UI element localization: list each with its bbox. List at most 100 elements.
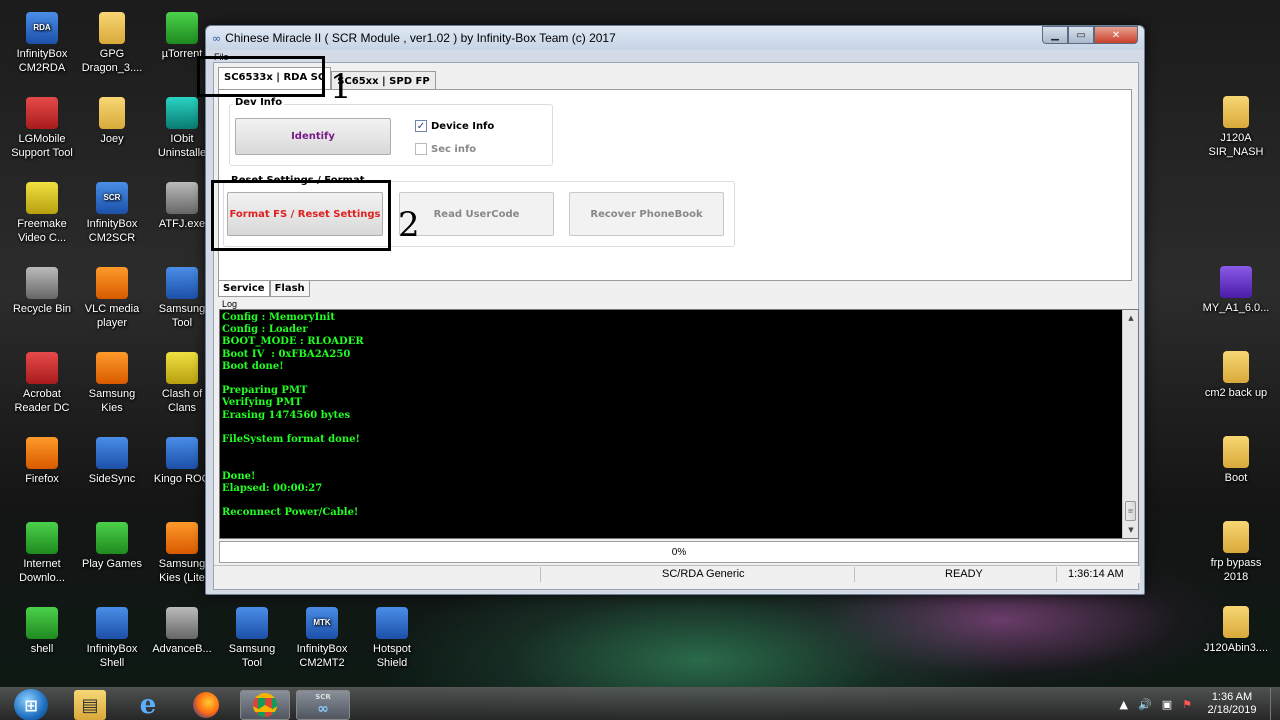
start-button[interactable]: ⊞ <box>14 689 48 720</box>
desktop-shortcut[interactable]: RDA InfinityBox CM2RDA <box>4 12 80 75</box>
folder-icon <box>1223 606 1249 638</box>
desktop-shortcut[interactable]: cm2 back up <box>1198 351 1274 400</box>
desktop-shortcut-label: frp bypass 2018 <box>1210 557 1262 583</box>
desktop-shortcut-label: GPG Dragon_3.... <box>81 48 143 74</box>
scroll-up-icon[interactable]: ▲ <box>1123 310 1139 326</box>
service-tabs: Service Flash <box>218 281 310 297</box>
progress-text: 0% <box>671 546 687 558</box>
desktop-shortcut[interactable]: VLC media player <box>74 267 150 330</box>
show-desktop-button[interactable] <box>1270 688 1280 720</box>
desktop-shortcut[interactable]: LGMobile Support Tool <box>4 97 80 160</box>
samsung-tool-icon <box>166 267 198 299</box>
minimize-button[interactable]: ▁ <box>1042 26 1068 44</box>
firefox-icon[interactable] <box>186 690 226 720</box>
desktop-shortcut[interactable]: MTK InfinityBox CM2MT2 <box>284 607 360 670</box>
desktop-shortcut-label: LGMobile Support Tool <box>11 133 73 159</box>
infinitybox-cm2mt2-icon: MTK <box>306 607 338 639</box>
maximize-button[interactable]: ▭ <box>1068 26 1094 44</box>
desktop-shortcut[interactable]: Hotspot Shield <box>354 607 430 670</box>
tray-expand-icon[interactable]: ▲ <box>1120 698 1128 711</box>
network-icon[interactable]: ▣ <box>1162 698 1172 711</box>
desktop-shortcut-label: Joey <box>100 133 124 145</box>
folder-icon <box>1223 436 1249 468</box>
log-console[interactable]: Config : MemoryInit Config : Loader BOOT… <box>219 309 1139 539</box>
desktop-shortcut[interactable]: SideSync <box>74 437 150 486</box>
desktop-shortcut[interactable]: InfinityBox Shell <box>74 607 150 670</box>
flag-icon[interactable]: ⚑ <box>1182 698 1192 711</box>
samsung-kies-lite-icon <box>166 522 198 554</box>
status-module: SC/RDA Generic <box>662 568 745 580</box>
sec-info-checkbox[interactable]: Sec info <box>415 143 476 155</box>
desktop-shortcut-label: Firefox <box>25 473 59 485</box>
desktop-shortcut[interactable]: Recycle Bin <box>4 267 80 316</box>
status-state: READY <box>945 568 983 580</box>
desktop-shortcut[interactable]: Boot <box>1198 436 1274 485</box>
infinitybox-shell-icon <box>96 607 128 639</box>
desktop-shortcut[interactable]: Samsung Kies <box>74 352 150 415</box>
desktop-shortcut-label: J120A SIR_NASH <box>1208 132 1264 158</box>
tab-service[interactable]: Service <box>218 281 270 297</box>
iobit-icon <box>166 97 198 129</box>
scroll-thumb[interactable]: ≡ <box>1125 501 1136 521</box>
infinitybox-cm2rda-icon: RDA <box>26 12 58 44</box>
recover-phonebook-button[interactable]: Recover PhoneBook <box>569 192 724 236</box>
desktop-shortcut[interactable]: GPG Dragon_3.... <box>74 12 150 75</box>
app-icon: ∞ <box>212 31 222 45</box>
desktop-shortcut[interactable]: Samsung Tool <box>214 607 290 670</box>
desktop-shortcut-label: Acrobat Reader DC <box>14 388 70 414</box>
log-scrollbar[interactable]: ▲ ≡ ▼ <box>1122 310 1138 538</box>
desktop-shortcut[interactable]: Joey <box>74 97 150 146</box>
read-usercode-button[interactable]: Read UserCode <box>399 192 554 236</box>
shell-icon <box>26 607 58 639</box>
desktop-shortcut-label: Play Games <box>82 558 142 570</box>
explorer-icon[interactable]: ▤ <box>74 690 106 720</box>
desktop-shortcut[interactable]: J120Abin3.... <box>1198 606 1274 655</box>
desktop-shortcut[interactable]: J120A SIR_NASH <box>1198 96 1274 159</box>
desktop-shortcut-label: Recycle Bin <box>12 303 72 315</box>
identify-button[interactable]: Identify <box>235 118 391 155</box>
kingo-icon <box>166 437 198 469</box>
clash-icon <box>166 352 198 384</box>
desktop-shortcut[interactable]: shell <box>4 607 80 656</box>
freemake-icon <box>26 182 58 214</box>
desktop-shortcut[interactable]: Acrobat Reader DC <box>4 352 80 415</box>
scroll-down-icon[interactable]: ▼ <box>1123 522 1139 538</box>
desktop-shortcut[interactable]: SCR InfinityBox CM2SCR <box>74 182 150 245</box>
desktop-shortcut-label: SideSync <box>88 473 136 485</box>
firefox-icon <box>26 437 58 469</box>
window-title: Chinese Miracle II ( SCR Module , ver1.0… <box>225 31 616 45</box>
clock-time: 1:36 AM <box>1211 691 1253 703</box>
device-info-checkbox[interactable]: ✓ Device Info <box>415 120 494 132</box>
chrome-icon[interactable] <box>240 690 290 720</box>
desktop-shortcut-label: J120Abin3.... <box>1203 642 1269 654</box>
desktop-shortcut[interactable]: AdvanceB... <box>144 607 220 656</box>
scr-app-icon[interactable]: SCR ∞ <box>296 690 350 720</box>
desktop-shortcut-label: Freemake Video C... <box>17 218 67 244</box>
desktop-shortcut[interactable]: Play Games <box>74 522 150 571</box>
desktop-shortcut[interactable]: Freemake Video C... <box>4 182 80 245</box>
winrar-icon <box>1220 266 1252 298</box>
close-button[interactable]: ✕ <box>1094 26 1138 44</box>
desktop-shortcut[interactable]: Internet Downlo... <box>4 522 80 585</box>
desktop-shortcut-label: Boot <box>1224 472 1248 484</box>
desktop-shortcut[interactable]: Firefox <box>4 437 80 486</box>
desktop-shortcut[interactable]: MY_A1_6.0... <box>1198 266 1274 315</box>
desktop-shortcut-label: Samsung Kies <box>88 388 136 414</box>
hotspot-shield-icon <box>376 607 408 639</box>
clock-date: 2/18/2019 <box>1207 704 1257 716</box>
taskbar: ⊞ ▤ e SCR ∞ ▲ 🔊 ▣ ⚑ 1:36 AM 2/18/2019 <box>0 687 1280 720</box>
system-tray: ▲ 🔊 ▣ ⚑ <box>1120 698 1192 711</box>
desktop-shortcut-label: MY_A1_6.0... <box>1202 302 1270 314</box>
folder-icon <box>1223 351 1249 383</box>
samsung-kies-icon <box>96 352 128 384</box>
log-label: Log <box>222 299 238 309</box>
desktop-shortcut-label: InfinityBox CM2MT2 <box>296 643 348 669</box>
clock[interactable]: 1:36 AM 2/18/2019 <box>1202 691 1262 717</box>
ie-icon[interactable]: e <box>128 690 168 720</box>
desktop-shortcut[interactable]: frp bypass 2018 <box>1198 521 1274 584</box>
desktop-shortcut-label: Internet Downlo... <box>19 558 65 584</box>
desktop-shortcut-label: shell <box>30 643 54 655</box>
title-bar[interactable]: ∞ Chinese Miracle II ( SCR Module , ver1… <box>206 26 1144 50</box>
tab-flash[interactable]: Flash <box>269 281 310 297</box>
volume-icon[interactable]: 🔊 <box>1138 698 1152 711</box>
